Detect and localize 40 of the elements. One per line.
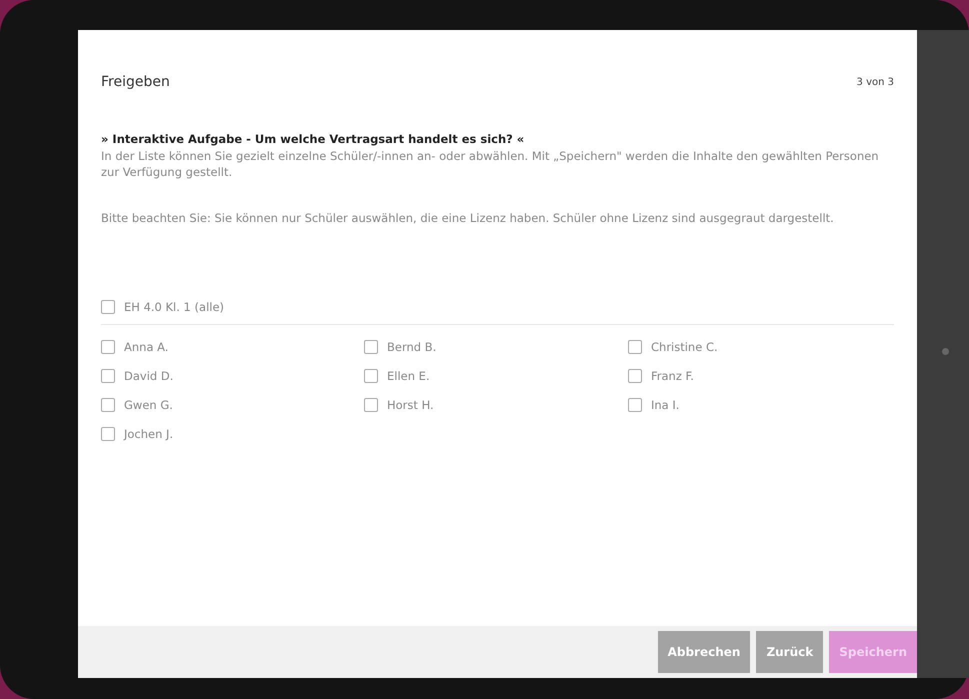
checkbox[interactable] — [628, 398, 642, 412]
checkbox-option[interactable]: Ina I. — [628, 398, 894, 412]
checkbox-label: Horst H. — [387, 398, 434, 412]
checkbox-option[interactable]: Franz F. — [628, 369, 894, 383]
checkbox[interactable] — [101, 300, 115, 314]
checkbox-label: Christine C. — [651, 340, 718, 354]
checkbox-option[interactable]: Gwen G. — [101, 398, 364, 412]
note-text: Bitte beachten Sie: Sie können nur Schüler auswählen, die eine Lizenz haben. Schüler ohne Lizenz sind ausgegraut dargestellt. — [101, 210, 835, 226]
checkbox-label: Ina I. — [651, 398, 680, 412]
checkbox[interactable] — [364, 398, 378, 412]
checkbox-label: Jochen J. — [124, 427, 174, 441]
checkbox-label: David D. — [124, 369, 174, 383]
checkbox-option[interactable]: David D. — [101, 369, 364, 383]
checkbox-option[interactable]: Bernd B. — [364, 340, 628, 354]
checkbox-label: Ellen E. — [387, 369, 430, 383]
checkbox-option[interactable]: Christine C. — [628, 340, 894, 354]
step-indicator: 3 von 3 — [856, 76, 894, 88]
checkbox-label: Anna A. — [124, 340, 168, 354]
checkbox-label: Bernd B. — [387, 340, 436, 354]
checkbox-option[interactable]: Horst H. — [364, 398, 628, 412]
checkbox-option[interactable]: EH 4.0 Kl. 1 (alle) — [101, 300, 224, 314]
checkbox[interactable] — [364, 340, 378, 354]
dialog-button[interactable]: Abbrechen — [658, 631, 750, 673]
intro-text: In der Liste können Sie gezielt einzelne Schüler/-innen an- oder abwählen. Mit „Speichern" werden die Inhalte den gewählten Personen zur Verfügung gestellt. — [101, 148, 880, 180]
checkbox[interactable] — [101, 398, 115, 412]
checkbox-option[interactable]: Anna A. — [101, 340, 364, 354]
checkbox[interactable] — [628, 369, 642, 383]
checkbox[interactable] — [101, 427, 115, 441]
checkbox[interactable] — [364, 369, 378, 383]
dialog-title: Freigeben — [101, 74, 170, 90]
dialog-button[interactable]: Zurück — [756, 631, 824, 673]
checkbox-option[interactable]: Ellen E. — [364, 369, 628, 383]
task-title: » Interaktive Aufgabe - Um welche Vertragsart handelt es sich? « — [101, 132, 526, 146]
checkbox[interactable] — [101, 340, 115, 354]
checkbox[interactable] — [101, 369, 115, 383]
checkbox-label: Franz F. — [651, 369, 694, 383]
checkbox[interactable] — [628, 340, 642, 354]
checkbox-option[interactable]: Jochen J. — [101, 427, 364, 441]
checkbox-label: Gwen G. — [124, 398, 173, 412]
checkbox-label: EH 4.0 Kl. 1 (alle) — [124, 300, 224, 314]
